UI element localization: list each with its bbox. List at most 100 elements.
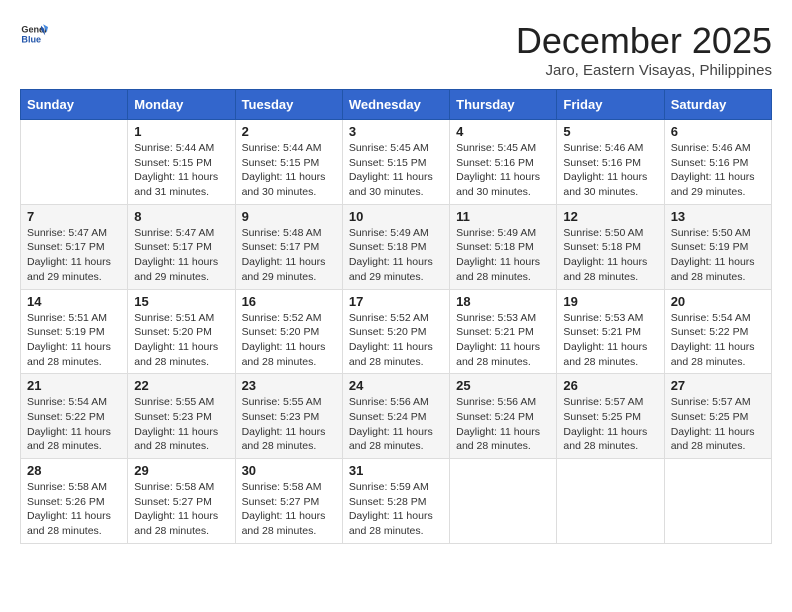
location-title: Jaro, Eastern Visayas, Philippines <box>516 62 772 79</box>
calendar-cell <box>664 459 771 544</box>
calendar-cell: 23 Sunrise: 5:55 AMSunset: 5:23 PMDayligh… <box>235 374 342 459</box>
day-number: 5 <box>563 124 657 139</box>
calendar-cell: 19 Sunrise: 5:53 AMSunset: 5:21 PMDayligh… <box>557 289 664 374</box>
day-info: Sunrise: 5:55 AMSunset: 5:23 PMDaylight:… <box>242 395 336 454</box>
calendar-cell: 21Sunrise: 5:54 AMSunset: 5:22 PMDayligh… <box>21 374 128 459</box>
week-row-3: 14 Sunrise: 5:51 AMSunset: 5:19 PMDayligh… <box>21 289 772 374</box>
day-number: 18 <box>456 294 550 309</box>
day-info: Sunrise: 5:48 AMSunset: 5:17 PMDaylight:… <box>242 226 336 285</box>
calendar-cell: 8 Sunrise: 5:47 AMSunset: 5:17 PMDaylight… <box>128 204 235 289</box>
calendar-cell: 10Sunrise: 5:49 AMSunset: 5:18 PMDayligh… <box>342 204 449 289</box>
calendar-cell: 9 Sunrise: 5:48 AMSunset: 5:17 PMDaylight… <box>235 204 342 289</box>
calendar-cell: 30 Sunrise: 5:58 AMSunset: 5:27 PMDayligh… <box>235 459 342 544</box>
day-info: Sunrise: 5:44 AMSunset: 5:15 PMDaylight:… <box>134 141 228 200</box>
day-number: 25 <box>456 378 550 393</box>
calendar-cell: 17Sunrise: 5:52 AMSunset: 5:20 PMDayligh… <box>342 289 449 374</box>
day-number: 22 <box>134 378 228 393</box>
calendar-cell: 6Sunrise: 5:46 AMSunset: 5:16 PMDaylight… <box>664 120 771 205</box>
day-number: 20 <box>671 294 765 309</box>
weekday-header-saturday: Saturday <box>664 90 771 120</box>
day-number: 19 <box>563 294 657 309</box>
calendar-table: SundayMondayTuesdayWednesdayThursdayFrid… <box>20 89 772 544</box>
day-info: Sunrise: 5:56 AMSunset: 5:24 PMDaylight:… <box>349 395 443 454</box>
day-info: Sunrise: 5:44 AMSunset: 5:15 PMDaylight:… <box>242 141 336 200</box>
week-row-4: 21Sunrise: 5:54 AMSunset: 5:22 PMDayligh… <box>21 374 772 459</box>
day-info: Sunrise: 5:52 AMSunset: 5:20 PMDaylight:… <box>349 311 443 370</box>
calendar-cell: 12 Sunrise: 5:50 AMSunset: 5:18 PMDayligh… <box>557 204 664 289</box>
week-row-1: 1Sunrise: 5:44 AMSunset: 5:15 PMDaylight… <box>21 120 772 205</box>
day-info: Sunrise: 5:56 AMSunset: 5:24 PMDaylight:… <box>456 395 550 454</box>
calendar-cell: 25 Sunrise: 5:56 AMSunset: 5:24 PMDayligh… <box>450 374 557 459</box>
weekday-header-sunday: Sunday <box>21 90 128 120</box>
day-number: 26 <box>563 378 657 393</box>
calendar-cell: 13 Sunrise: 5:50 AMSunset: 5:19 PMDayligh… <box>664 204 771 289</box>
day-number: 4 <box>456 124 550 139</box>
day-number: 27 <box>671 378 765 393</box>
day-number: 2 <box>242 124 336 139</box>
day-info: Sunrise: 5:58 AMSunset: 5:27 PMDaylight:… <box>134 480 228 539</box>
day-info: Sunrise: 5:59 AMSunset: 5:28 PMDaylight:… <box>349 480 443 539</box>
calendar-cell: 7 Sunrise: 5:47 AMSunset: 5:17 PMDaylight… <box>21 204 128 289</box>
calendar-cell: 11Sunrise: 5:49 AMSunset: 5:18 PMDayligh… <box>450 204 557 289</box>
calendar-cell: 27 Sunrise: 5:57 AMSunset: 5:25 PMDayligh… <box>664 374 771 459</box>
page-header: General Blue December 2025 Jaro, Eastern… <box>20 20 772 79</box>
day-info: Sunrise: 5:58 AMSunset: 5:26 PMDaylight:… <box>27 480 121 539</box>
calendar-cell: 16 Sunrise: 5:52 AMSunset: 5:20 PMDayligh… <box>235 289 342 374</box>
day-number: 9 <box>242 209 336 224</box>
calendar-cell: 1Sunrise: 5:44 AMSunset: 5:15 PMDaylight… <box>128 120 235 205</box>
weekday-header-thursday: Thursday <box>450 90 557 120</box>
day-number: 16 <box>242 294 336 309</box>
calendar-cell: 3Sunrise: 5:45 AMSunset: 5:15 PMDaylight… <box>342 120 449 205</box>
day-info: Sunrise: 5:53 AMSunset: 5:21 PMDaylight:… <box>456 311 550 370</box>
day-number: 13 <box>671 209 765 224</box>
calendar-cell: 2 Sunrise: 5:44 AMSunset: 5:15 PMDaylight… <box>235 120 342 205</box>
day-number: 23 <box>242 378 336 393</box>
day-number: 12 <box>563 209 657 224</box>
day-info: Sunrise: 5:46 AMSunset: 5:16 PMDaylight:… <box>563 141 657 200</box>
day-number: 24 <box>349 378 443 393</box>
day-info: Sunrise: 5:53 AMSunset: 5:21 PMDaylight:… <box>563 311 657 370</box>
weekday-header-monday: Monday <box>128 90 235 120</box>
calendar-cell: 31Sunrise: 5:59 AMSunset: 5:28 PMDayligh… <box>342 459 449 544</box>
weekday-header-wednesday: Wednesday <box>342 90 449 120</box>
day-info: Sunrise: 5:47 AMSunset: 5:17 PMDaylight:… <box>134 226 228 285</box>
day-number: 6 <box>671 124 765 139</box>
svg-text:Blue: Blue <box>21 34 41 44</box>
calendar-cell: 29 Sunrise: 5:58 AMSunset: 5:27 PMDayligh… <box>128 459 235 544</box>
calendar-cell <box>557 459 664 544</box>
day-info: Sunrise: 5:51 AMSunset: 5:20 PMDaylight:… <box>134 311 228 370</box>
day-info: Sunrise: 5:52 AMSunset: 5:20 PMDaylight:… <box>242 311 336 370</box>
day-number: 21 <box>27 378 121 393</box>
calendar-cell: 4 Sunrise: 5:45 AMSunset: 5:16 PMDaylight… <box>450 120 557 205</box>
calendar-cell: 15 Sunrise: 5:51 AMSunset: 5:20 PMDayligh… <box>128 289 235 374</box>
day-number: 15 <box>134 294 228 309</box>
day-info: Sunrise: 5:50 AMSunset: 5:19 PMDaylight:… <box>671 226 765 285</box>
weekday-header-tuesday: Tuesday <box>235 90 342 120</box>
day-info: Sunrise: 5:47 AMSunset: 5:17 PMDaylight:… <box>27 226 121 285</box>
day-info: Sunrise: 5:57 AMSunset: 5:25 PMDaylight:… <box>671 395 765 454</box>
calendar-cell <box>450 459 557 544</box>
day-info: Sunrise: 5:45 AMSunset: 5:16 PMDaylight:… <box>456 141 550 200</box>
month-title: December 2025 <box>516 20 772 62</box>
calendar-cell: 28 Sunrise: 5:58 AMSunset: 5:26 PMDayligh… <box>21 459 128 544</box>
calendar-cell: 24 Sunrise: 5:56 AMSunset: 5:24 PMDayligh… <box>342 374 449 459</box>
day-info: Sunrise: 5:58 AMSunset: 5:27 PMDaylight:… <box>242 480 336 539</box>
day-number: 8 <box>134 209 228 224</box>
calendar-cell: 18 Sunrise: 5:53 AMSunset: 5:21 PMDayligh… <box>450 289 557 374</box>
day-number: 29 <box>134 463 228 478</box>
day-info: Sunrise: 5:45 AMSunset: 5:15 PMDaylight:… <box>349 141 443 200</box>
day-info: Sunrise: 5:50 AMSunset: 5:18 PMDaylight:… <box>563 226 657 285</box>
calendar-cell <box>21 120 128 205</box>
day-number: 7 <box>27 209 121 224</box>
calendar-cell: 26Sunrise: 5:57 AMSunset: 5:25 PMDayligh… <box>557 374 664 459</box>
day-info: Sunrise: 5:51 AMSunset: 5:19 PMDaylight:… <box>27 311 121 370</box>
day-number: 14 <box>27 294 121 309</box>
week-row-2: 7 Sunrise: 5:47 AMSunset: 5:17 PMDaylight… <box>21 204 772 289</box>
day-number: 28 <box>27 463 121 478</box>
calendar-cell: 14 Sunrise: 5:51 AMSunset: 5:19 PMDayligh… <box>21 289 128 374</box>
weekday-header-friday: Friday <box>557 90 664 120</box>
day-info: Sunrise: 5:49 AMSunset: 5:18 PMDaylight:… <box>349 226 443 285</box>
day-number: 30 <box>242 463 336 478</box>
weekday-header-row: SundayMondayTuesdayWednesdayThursdayFrid… <box>21 90 772 120</box>
title-area: December 2025 Jaro, Eastern Visayas, Phi… <box>516 20 772 79</box>
